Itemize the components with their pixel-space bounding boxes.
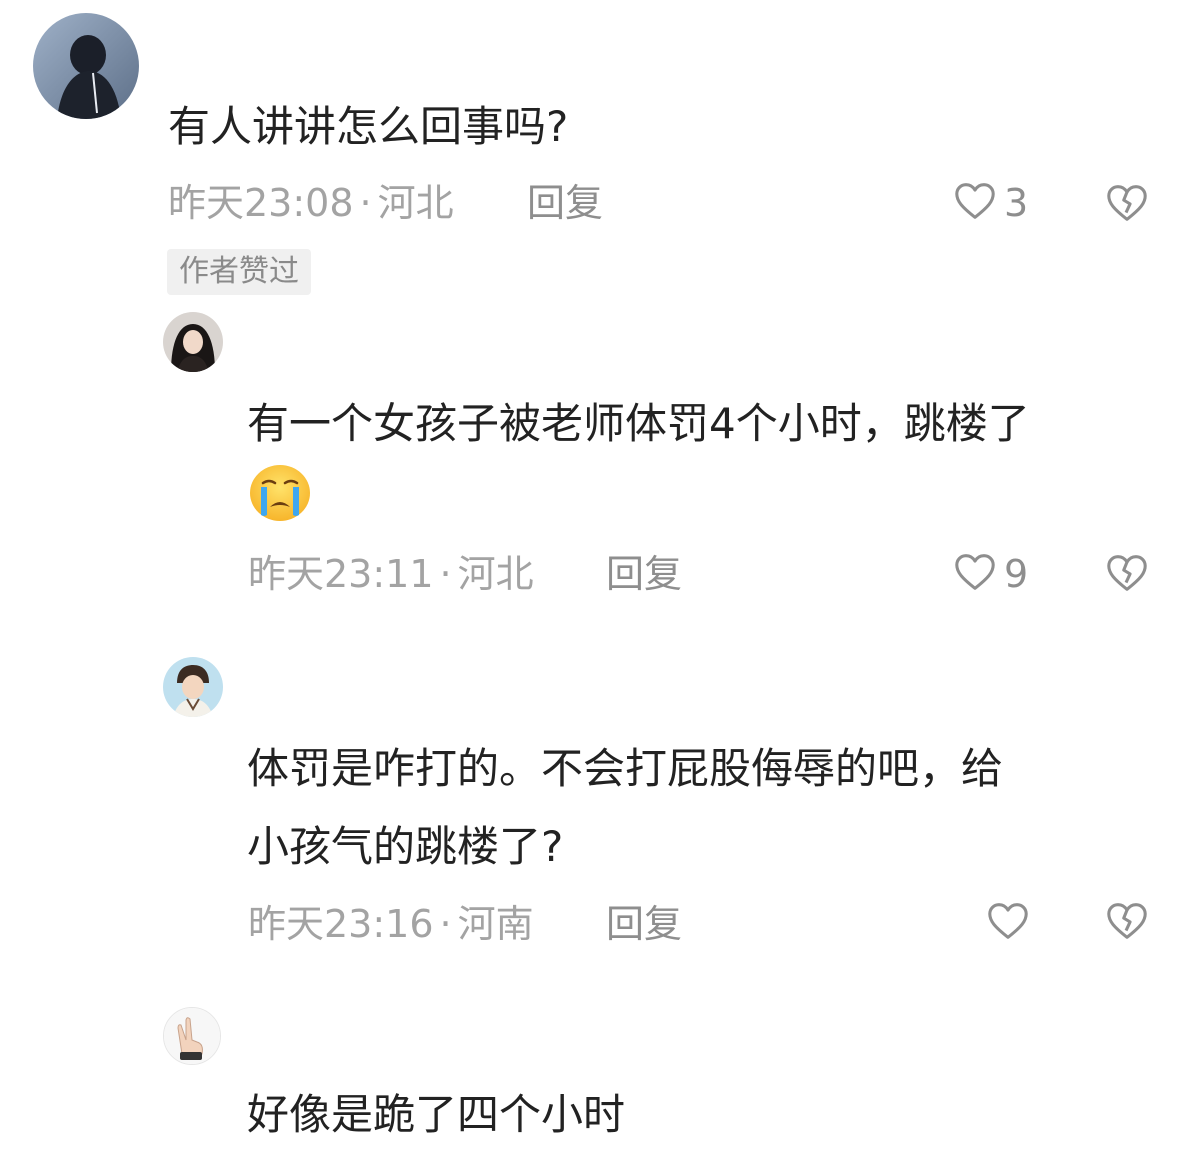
comment-text: 有一个女孩子被老师体罚4个小时，跳楼了 — [247, 399, 1030, 448]
meta-separator: · — [359, 181, 372, 225]
like-button[interactable]: 9 — [952, 549, 1028, 599]
comment-region: 河南 — [457, 902, 534, 946]
comment-meta: 昨天23:16 · 河南 — [248, 899, 534, 949]
comment-text: 有人讲讲怎么回事吗? — [168, 102, 569, 151]
comment-text: 好像是跪了四个小时 — [247, 1090, 626, 1139]
comment-time: 昨天23:08 — [168, 181, 354, 225]
like-button[interactable]: 3 — [952, 178, 1028, 228]
avatar[interactable] — [33, 13, 139, 119]
comment-meta: 昨天23:11 · 河北 — [248, 549, 534, 599]
comment-text: 小孩气的跳楼了? — [247, 822, 564, 871]
like-count: 3 — [1004, 181, 1029, 225]
broken-heart-icon — [1104, 555, 1150, 600]
reply-button[interactable]: 回复 — [606, 549, 682, 599]
like-count: 9 — [1004, 552, 1029, 596]
avatar[interactable] — [163, 657, 223, 717]
crying-face-icon — [248, 463, 312, 527]
comment-region: 河北 — [457, 552, 534, 596]
heart-outline-icon — [952, 549, 998, 599]
broken-heart-icon — [1104, 185, 1150, 230]
comment-region: 河北 — [377, 181, 454, 225]
dislike-button[interactable] — [1104, 550, 1150, 600]
author-liked-badge: 作者赞过 — [167, 249, 311, 295]
dislike-button[interactable] — [1104, 898, 1150, 948]
heart-outline-icon — [985, 898, 1031, 948]
comment-time: 昨天23:16 — [248, 902, 434, 946]
like-button[interactable] — [985, 898, 1037, 948]
meta-separator: · — [439, 902, 452, 946]
reply-button[interactable]: 回复 — [606, 899, 682, 949]
meta-separator: · — [439, 552, 452, 596]
avatar[interactable] — [163, 1007, 221, 1065]
comment-text: 体罚是咋打的。不会打屁股侮辱的吧，给 — [247, 744, 1004, 793]
comment-time: 昨天23:11 — [248, 552, 434, 596]
reply-button[interactable]: 回复 — [527, 178, 603, 228]
avatar[interactable] — [163, 312, 223, 372]
broken-heart-icon — [1104, 903, 1150, 948]
comment-meta: 昨天23:08 · 河北 — [168, 178, 454, 228]
heart-outline-icon — [952, 178, 998, 228]
dislike-button[interactable] — [1104, 180, 1150, 230]
